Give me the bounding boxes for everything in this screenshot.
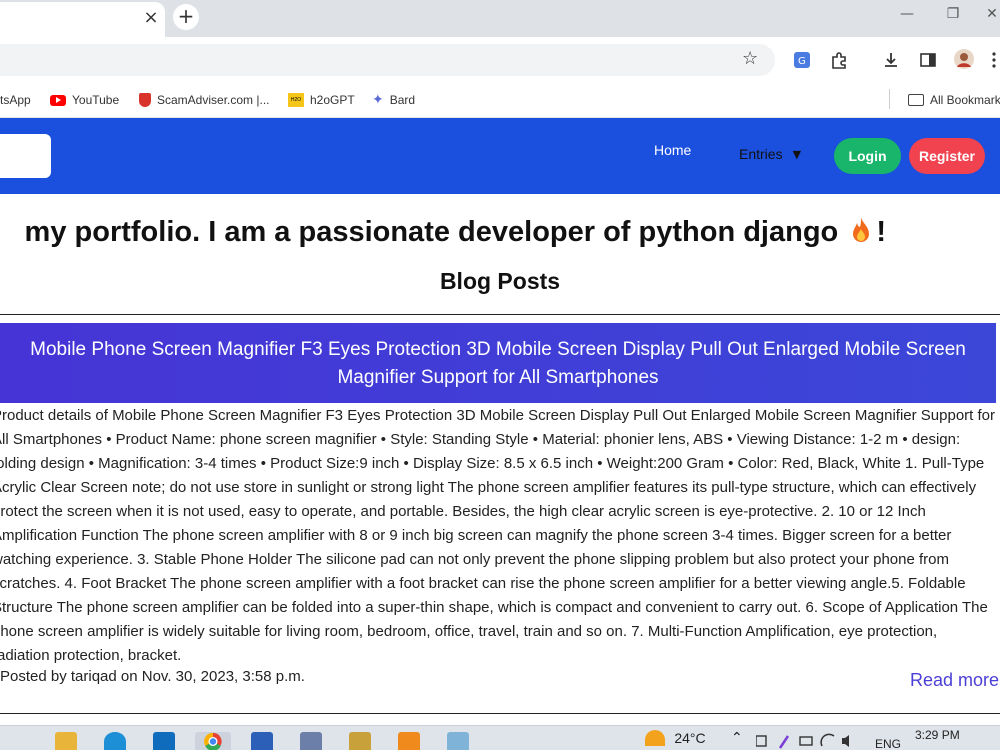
- vlc-icon[interactable]: [398, 732, 420, 750]
- site-navbar: Home Entries ▼ Login Register: [0, 118, 1000, 194]
- chevron-down-icon: ▼: [792, 147, 802, 161]
- hero-text: my portfolio. I am a passionate develope…: [24, 216, 839, 248]
- system-clock[interactable]: 3:29 PM: [915, 728, 960, 742]
- temperature: 24°C: [674, 730, 706, 746]
- bookmark-all-bookmarks[interactable]: All Bookmark: [908, 91, 1000, 109]
- language-indicator[interactable]: ENG: [875, 737, 901, 750]
- chevron-up-icon[interactable]: ⌃: [731, 730, 743, 746]
- bookmark-label: tsApp: [0, 93, 31, 107]
- close-window-icon[interactable]: ✕: [984, 6, 1000, 28]
- app-icon[interactable]: [349, 732, 371, 750]
- bookmarks-bar: tsApp YouTube ScamAdviser.com |... H2O h…: [0, 82, 1000, 118]
- edge-icon[interactable]: [104, 732, 126, 750]
- restore-icon[interactable]: ❐: [938, 6, 968, 28]
- bookmark-whatsapp[interactable]: tsApp: [0, 91, 31, 109]
- browser-toolbar: ☆ G: [0, 37, 1000, 82]
- word-icon[interactable]: [251, 732, 273, 750]
- side-panel-icon[interactable]: [917, 49, 939, 71]
- mail-icon[interactable]: [153, 732, 175, 750]
- scamadviser-icon: [139, 93, 151, 107]
- download-icon[interactable]: [880, 49, 902, 71]
- read-more-link[interactable]: Read more: [910, 670, 999, 691]
- bookmark-youtube[interactable]: YouTube: [50, 91, 119, 109]
- new-tab-button[interactable]: +: [173, 4, 199, 30]
- address-bar[interactable]: ☆: [0, 44, 775, 76]
- bookmark-label: All Bookmark: [930, 93, 1000, 107]
- store-icon[interactable]: [300, 732, 322, 750]
- bookmark-h2ogpt[interactable]: H2O h2oGPT: [288, 91, 355, 109]
- tray-icons[interactable]: [755, 732, 851, 750]
- bookmark-bard[interactable]: ✦ Bard: [372, 91, 415, 109]
- menu-icon[interactable]: [988, 49, 1000, 71]
- app-icon[interactable]: [447, 732, 469, 750]
- bookmark-label: h2oGPT: [310, 93, 355, 107]
- folder-icon: [908, 94, 924, 106]
- extensions-icon[interactable]: [828, 49, 850, 71]
- blog-posts-title: Blog Posts: [439, 268, 561, 294]
- bookmark-label: ScamAdviser.com |...: [157, 93, 270, 107]
- post-title[interactable]: Mobile Phone Screen Magnifier F3 Eyes Pr…: [0, 323, 996, 403]
- fire-icon: [846, 214, 876, 248]
- close-tab-icon[interactable]: ×: [141, 8, 161, 28]
- windows-taskbar: 24°C ⌃ ENG 3:29 PM: [0, 725, 1000, 750]
- browser-tab[interactable]: ×: [0, 2, 165, 37]
- bookmark-star-icon[interactable]: ☆: [742, 48, 758, 69]
- bookmark-label: YouTube: [72, 93, 120, 107]
- weather-icon: [645, 730, 665, 746]
- nav-entries-dropdown[interactable]: Entries ▼: [739, 146, 801, 162]
- browser-tab-strip: × + — ❐ ✕: [0, 0, 1000, 37]
- divider: [0, 314, 1000, 315]
- nav-home-link[interactable]: Home: [654, 142, 691, 158]
- login-button[interactable]: Login: [834, 138, 901, 174]
- bookmark-scamadviser[interactable]: ScamAdviser.com |...: [139, 91, 269, 109]
- profile-avatar-icon[interactable]: [953, 48, 975, 70]
- hero-suffix: !: [876, 216, 886, 248]
- post-body: Product details of Mobile Phone Screen M…: [0, 407, 996, 664]
- chrome-taskbar-button[interactable]: [195, 732, 231, 750]
- register-button[interactable]: Register: [909, 138, 985, 174]
- post-meta: Posted by tariqad on Nov. 30, 2023, 3:58…: [0, 668, 305, 685]
- minimize-icon[interactable]: —: [892, 6, 922, 28]
- divider: [0, 713, 1000, 714]
- nav-entries-label: Entries: [739, 146, 783, 162]
- file-explorer-icon[interactable]: [55, 732, 77, 750]
- weather-widget[interactable]: 24°C: [645, 730, 706, 746]
- bookmark-label: Bard: [389, 93, 416, 107]
- bard-icon: ✦: [372, 92, 384, 108]
- bookmarks-divider: [889, 89, 890, 109]
- youtube-icon: [50, 94, 66, 106]
- svg-text:G: G: [798, 56, 806, 67]
- h2ogpt-icon: H2O: [288, 93, 304, 107]
- translate-icon[interactable]: G: [791, 49, 813, 71]
- navbar-search-input[interactable]: [0, 134, 51, 178]
